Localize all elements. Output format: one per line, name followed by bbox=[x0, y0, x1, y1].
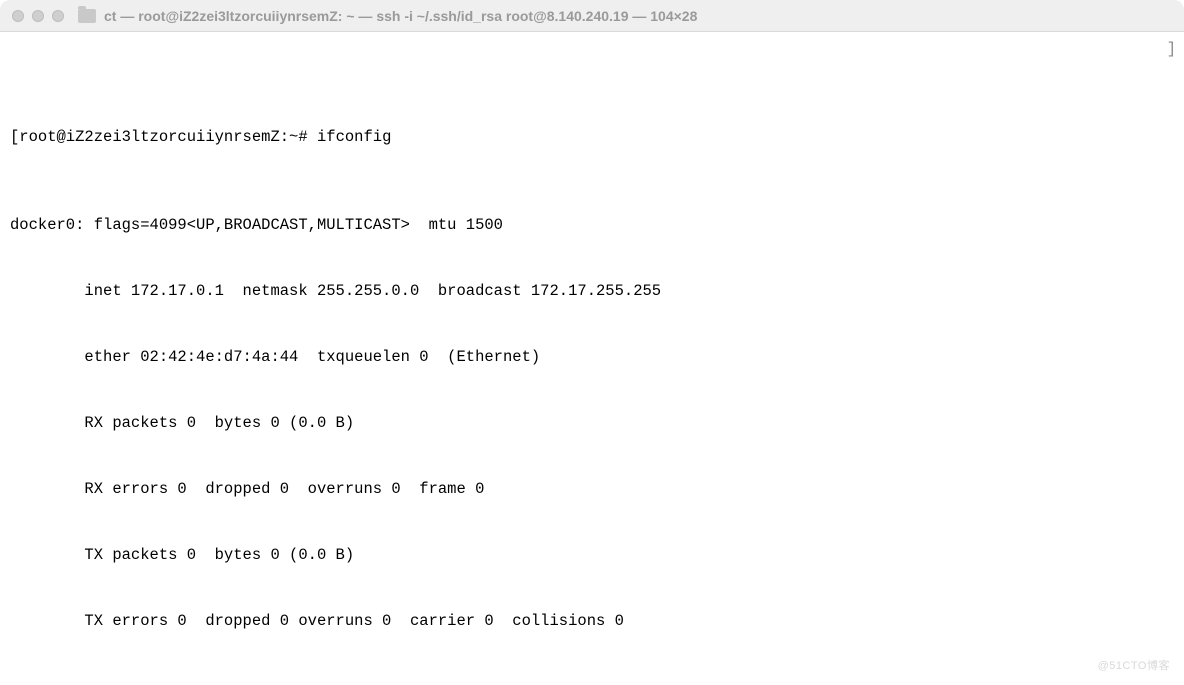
traffic-lights bbox=[12, 10, 64, 22]
output-blank bbox=[10, 676, 1174, 685]
close-button[interactable] bbox=[12, 10, 24, 22]
output-line: RX packets 0 bytes 0 (0.0 B) bbox=[10, 412, 1174, 434]
output-line: TX packets 0 bytes 0 (0.0 B) bbox=[10, 544, 1174, 566]
prompt-line: [root@iZ2zei3ltzorcuiiynrsemZ:~# ifconfi… bbox=[10, 126, 1174, 148]
output-line: inet 172.17.0.1 netmask 255.255.0.0 broa… bbox=[10, 280, 1174, 302]
output-line: RX errors 0 dropped 0 overruns 0 frame 0 bbox=[10, 478, 1174, 500]
scrollbar-marker: ] bbox=[1167, 38, 1176, 60]
window-title: ct — root@iZ2zei3ltzorcuiiynrsemZ: ~ — s… bbox=[104, 5, 697, 27]
command-text: ifconfig bbox=[317, 128, 391, 146]
watermark: @51CTO博客 bbox=[1098, 655, 1170, 677]
window-titlebar: ct — root@iZ2zei3ltzorcuiiynrsemZ: ~ — s… bbox=[0, 0, 1184, 32]
terminal-output[interactable]: ] [root@iZ2zei3ltzorcuiiynrsemZ:~# ifcon… bbox=[0, 32, 1184, 685]
zoom-button[interactable] bbox=[52, 10, 64, 22]
output-line: ether 02:42:4e:d7:4a:44 txqueuelen 0 (Et… bbox=[10, 346, 1174, 368]
shell-prompt: [root@iZ2zei3ltzorcuiiynrsemZ:~# bbox=[10, 128, 308, 146]
output-line: TX errors 0 dropped 0 overruns 0 carrier… bbox=[10, 610, 1174, 632]
output-line: docker0: flags=4099<UP,BROADCAST,MULTICA… bbox=[10, 214, 1174, 236]
minimize-button[interactable] bbox=[32, 10, 44, 22]
folder-icon bbox=[78, 9, 96, 23]
